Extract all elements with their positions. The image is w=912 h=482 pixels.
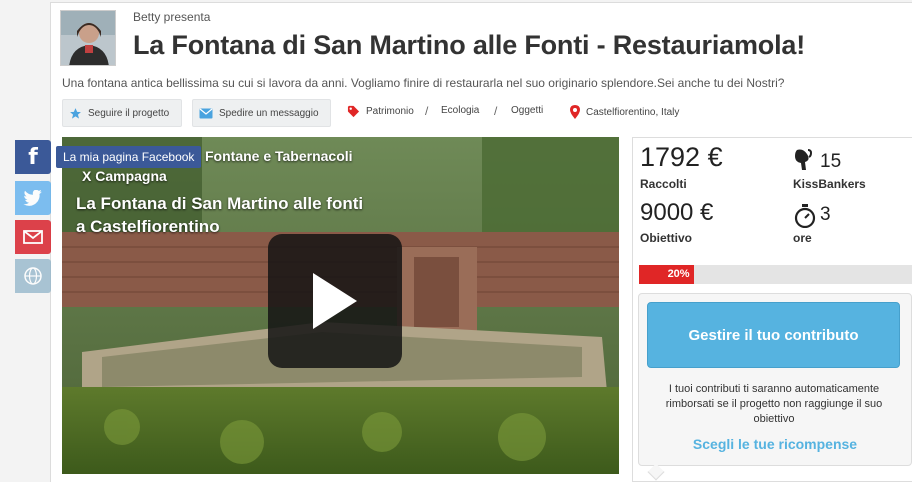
goal-label: Obiettivo [640,231,693,245]
globe-icon [24,267,42,285]
play-icon [313,273,357,329]
mail-icon [23,230,43,244]
presenter-label: Betty presenta [133,10,211,24]
avatar[interactable] [60,10,116,66]
follow-project-button[interactable]: Seguire il progetto [62,99,182,127]
progress-fill: 20% [639,265,694,284]
time-remaining: 3 [820,204,831,225]
stopwatch-icon [794,204,816,233]
facebook-tooltip: La mia pagina Facebook [56,146,202,168]
project-description: Una fontana antica bellissima su cui si … [62,76,785,90]
envelope-icon [199,108,213,119]
video-caption-line-3: La Fontana di San Martino alle fonti [76,194,364,213]
video-caption-line-4: a Castelfiorentino [76,217,220,236]
avatar-photo [61,11,115,65]
website-share-button[interactable] [15,259,51,293]
location-link[interactable]: Castelfiorentino, Italy [570,105,679,119]
tag-ecologia-label: Ecologia [441,105,480,116]
kissbankers-icon [793,148,817,177]
twitter-share-button[interactable] [15,181,51,215]
tag-separator: / [425,104,429,118]
funding-progress-bar: 20% [639,265,912,284]
location-label: Castelfiorentino, Italy [586,106,680,118]
manage-contribution-button[interactable]: Gestire il tuo contributo [647,302,900,368]
send-message-button[interactable]: Spedire un messaggio [192,99,331,127]
mail-share-button[interactable] [15,220,51,254]
map-pin-icon [570,105,580,119]
backers-label: KissBankers [793,177,866,191]
send-message-label: Spedire un messaggio [219,107,319,119]
facebook-icon: f [28,144,38,170]
time-label: ore [793,231,812,245]
raised-label: Raccolti [640,177,687,191]
tag-icon [347,105,360,118]
star-icon [69,107,82,120]
video-caption-line-2: X Campagna [82,168,167,184]
backers-count: 15 [820,151,842,172]
tag-ecologia[interactable]: Ecologia [441,105,479,116]
tag-separator: / [494,104,498,118]
video-caption-line-1: Fontane e Tabernacoli [205,148,353,164]
tag-patrimonio-label: Patrimonio [366,106,414,117]
tag-oggetti[interactable]: Oggetti [511,105,543,116]
twitter-icon [23,190,42,206]
choose-rewards-link[interactable]: Scegli le tue ricompense [638,436,912,452]
facebook-share-button[interactable]: f [15,140,51,174]
follow-project-label: Seguire il progetto [88,107,170,119]
page: Betty presenta La Fontana di San Martino… [0,0,912,482]
refund-note: I tuoi contributi ti saranno automaticam… [665,383,883,425]
page-title: La Fontana di San Martino alle Fonti - R… [133,30,805,60]
tag-patrimonio[interactable]: Patrimonio [347,105,414,118]
goal-amount: 9000 € [640,199,714,226]
play-button[interactable] [268,234,402,368]
raised-amount: 1792 € [640,142,723,172]
tag-oggetti-label: Oggetti [511,105,544,116]
